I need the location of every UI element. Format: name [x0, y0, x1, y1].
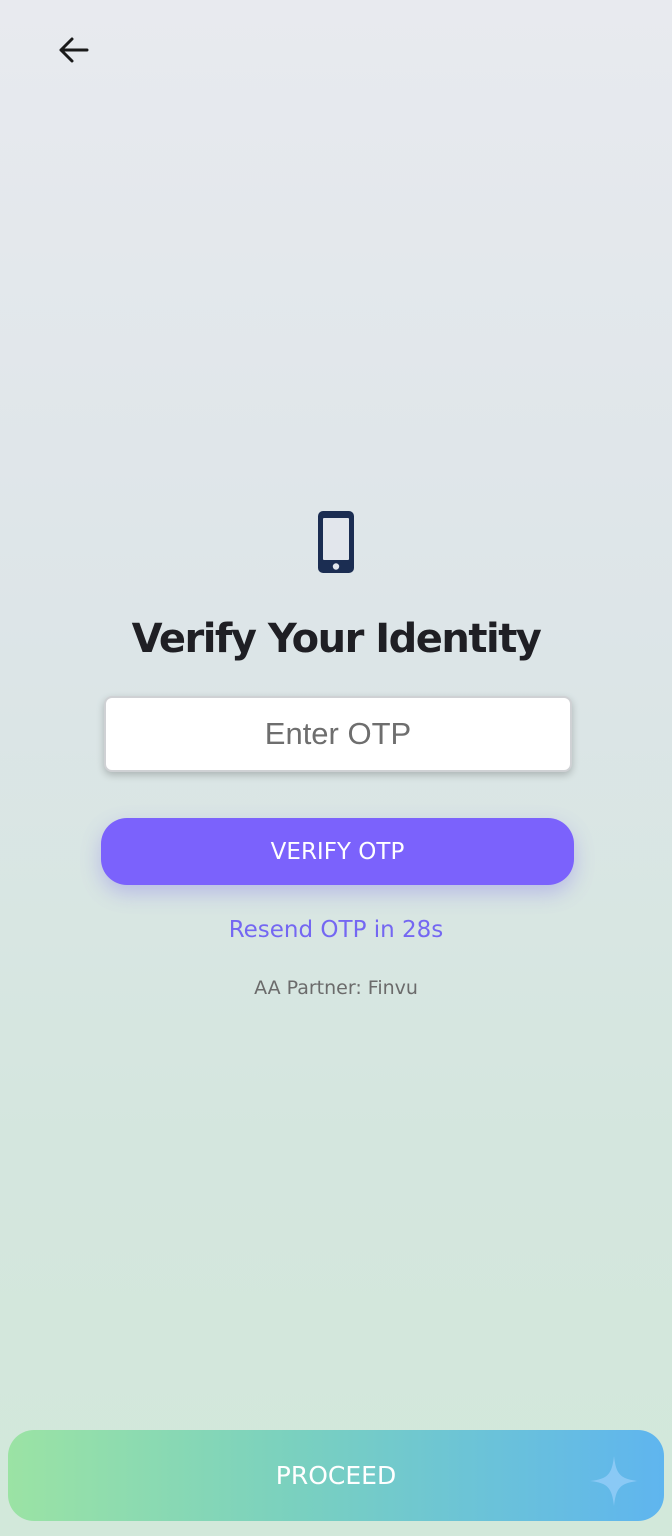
sparkle-icon — [590, 1456, 638, 1506]
smartphone-icon — [318, 511, 354, 573]
aa-partner-text: AA Partner: Finvu — [254, 977, 418, 999]
otp-input[interactable] — [104, 696, 572, 772]
proceed-label: PROCEED — [275, 1461, 397, 1490]
page-title: Verify Your Identity — [131, 616, 542, 662]
arrow-left-icon — [59, 37, 89, 63]
verify-otp-button[interactable]: VERIFY OTP — [101, 818, 574, 885]
verify-otp-label: VERIFY OTP — [270, 838, 405, 865]
back-button[interactable] — [50, 26, 98, 74]
resend-otp-link[interactable]: Resend OTP in 28s — [0, 912, 672, 948]
proceed-button[interactable]: PROCEED — [8, 1430, 664, 1521]
